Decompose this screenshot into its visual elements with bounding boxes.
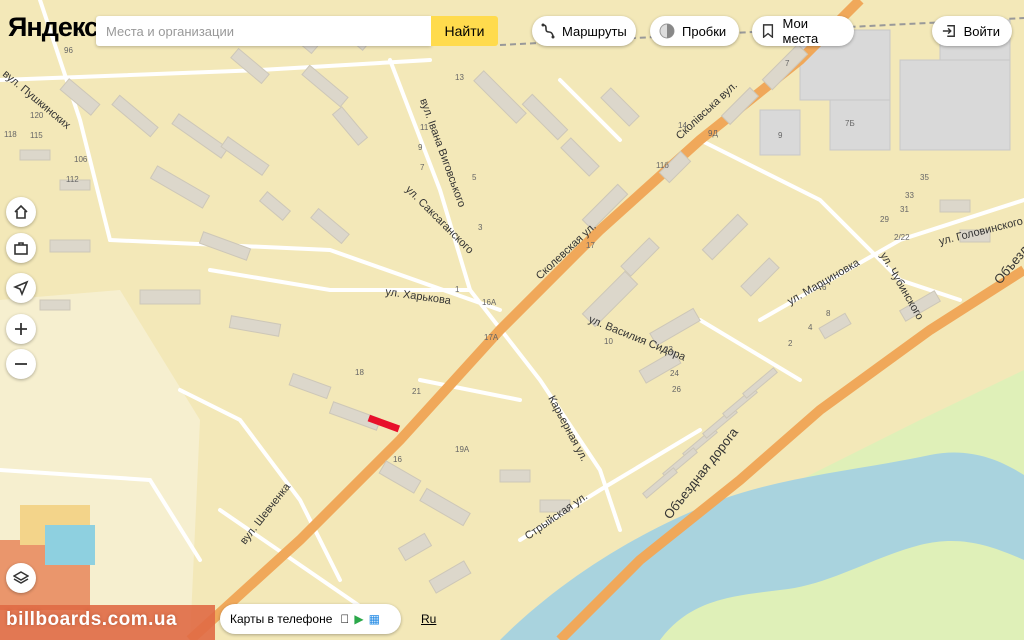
house-number: 17	[586, 241, 595, 250]
mobile-apps-label: Карты в телефоне	[230, 612, 333, 626]
zoom-out-button[interactable]	[6, 349, 36, 379]
house-number: 29	[880, 215, 889, 224]
location-arrow-icon	[13, 280, 29, 296]
apple-icon: 	[340, 612, 349, 626]
building	[39, 299, 71, 311]
locate-button[interactable]	[6, 273, 36, 303]
house-number: 8	[826, 309, 831, 318]
house-number: 7	[420, 163, 425, 172]
house-number: 26	[672, 385, 681, 394]
house-number: 9	[418, 143, 423, 152]
building	[499, 469, 531, 483]
house-number: 115	[30, 131, 43, 140]
house-number: 35	[920, 173, 929, 182]
house-number: 14	[678, 121, 687, 130]
house-number: 2	[788, 339, 793, 348]
my-places-label: Мои места	[782, 16, 819, 46]
house-number: 4	[808, 323, 813, 332]
house-number: 7Б	[845, 119, 855, 128]
routes-label: Маршруты	[562, 23, 627, 39]
house-number: 33	[905, 191, 914, 200]
traffic-label: Пробки	[682, 23, 727, 39]
work-button[interactable]	[6, 233, 36, 263]
traffic-icon	[658, 22, 676, 40]
search-input[interactable]	[96, 16, 436, 46]
house-number: 118	[4, 130, 17, 139]
house-number: 18	[355, 368, 364, 377]
watermark: billboards.com.ua	[6, 609, 178, 630]
building	[139, 289, 201, 305]
house-number: 1	[455, 285, 460, 294]
house-number: 19А	[455, 445, 470, 454]
bookmark-icon	[760, 22, 777, 40]
house-number: 120	[30, 111, 44, 120]
minus-icon	[15, 363, 27, 365]
house-number: 23	[664, 345, 673, 354]
yandex-logo[interactable]: Яндекс	[8, 12, 99, 43]
app-stores:  ▶ ▦	[340, 612, 380, 626]
house-number: 31	[900, 205, 909, 214]
language-link[interactable]: Ru	[421, 612, 436, 626]
house-number: 16А	[482, 298, 497, 307]
house-number: 5	[472, 173, 477, 182]
house-number: 9Д	[708, 129, 718, 138]
house-number: 13	[455, 73, 464, 82]
plus-icon	[15, 323, 27, 335]
routes-button[interactable]: Маршруты	[532, 16, 636, 46]
search-box	[96, 16, 436, 46]
house-number: 11б	[656, 161, 669, 170]
house-number: 11	[420, 123, 429, 132]
mobile-apps-button[interactable]: Карты в телефоне  ▶ ▦	[220, 604, 401, 634]
building	[49, 239, 91, 253]
my-places-button[interactable]: Мои места	[752, 16, 854, 46]
map-canvas[interactable]: Сколевская ул. Сколівська вул. вул. Іван…	[0, 0, 1024, 640]
zoom-in-button[interactable]	[6, 314, 36, 344]
house-number: 9	[778, 131, 783, 140]
traffic-button[interactable]: Пробки	[650, 16, 739, 46]
layers-button[interactable]	[6, 563, 36, 593]
house-number: 3	[478, 223, 483, 232]
house-number: 16	[393, 455, 402, 464]
house-number: 106	[74, 155, 88, 164]
house-number: 21	[412, 387, 421, 396]
google-play-icon: ▶	[345, 612, 363, 626]
house-number: 2/22	[894, 233, 910, 242]
house-number: 10	[604, 337, 613, 346]
house-number: 17А	[484, 333, 499, 342]
house-number: 6	[822, 283, 827, 292]
home-button[interactable]	[6, 197, 36, 227]
house-number: 7	[785, 59, 790, 68]
briefcase-icon	[14, 242, 28, 255]
top-toolbar: Яндекс Найти Маршруты Пробки Мои места В…	[0, 0, 1024, 60]
search-button[interactable]: Найти	[431, 16, 498, 46]
route-icon	[540, 22, 556, 40]
windows-icon: ▦	[359, 612, 380, 626]
house-number: 112	[66, 175, 79, 184]
house-number: 24	[670, 369, 679, 378]
login-label: Войти	[963, 23, 1000, 39]
building	[19, 149, 51, 161]
layers-icon	[13, 571, 29, 584]
login-icon	[940, 22, 958, 40]
login-button[interactable]: Войти	[932, 16, 1012, 46]
home-icon	[14, 204, 28, 219]
building	[939, 199, 971, 213]
